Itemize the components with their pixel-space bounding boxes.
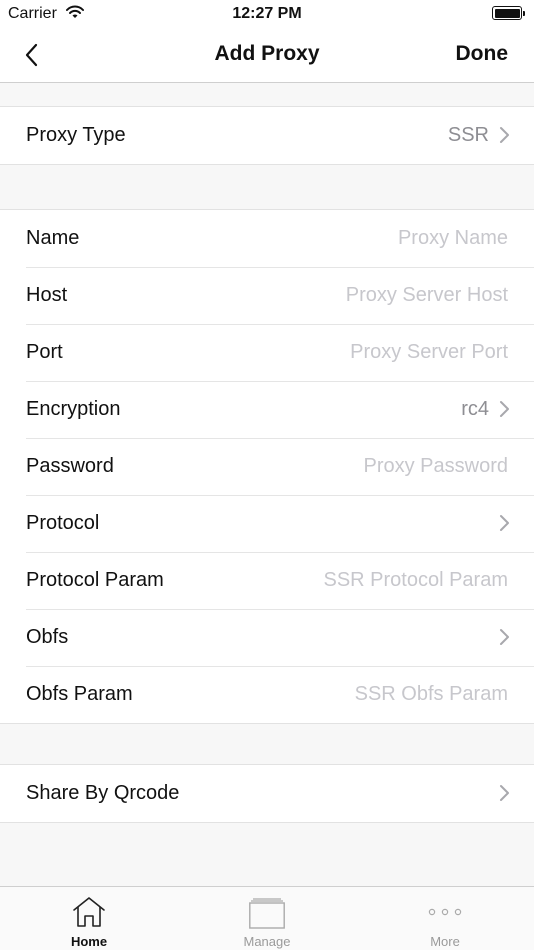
chevron-right-icon (500, 515, 509, 531)
chevron-right-icon (500, 127, 509, 143)
host-row: Host (0, 267, 534, 324)
encryption-row[interactable]: Encryption rc4 (0, 381, 534, 438)
host-label: Host (26, 284, 68, 306)
proxy-type-row[interactable]: Proxy Type SSR (0, 107, 534, 164)
done-button[interactable]: Done (456, 42, 509, 66)
navigation-bar: Add Proxy Done (0, 28, 534, 83)
share-section: Share By Qrcode (0, 764, 534, 823)
protocol-label: Protocol (26, 512, 100, 534)
tab-home[interactable]: Home (0, 887, 178, 950)
home-icon (73, 897, 105, 927)
protocol-row[interactable]: Protocol (0, 495, 534, 552)
name-input[interactable] (218, 224, 508, 252)
tab-bar: Home Manage More (0, 886, 534, 950)
page-title: Add Proxy (214, 42, 320, 65)
host-input[interactable] (218, 281, 508, 309)
obfs-row[interactable]: Obfs (0, 609, 534, 666)
tab-manage[interactable]: Manage (178, 887, 356, 950)
chevron-right-icon (500, 785, 509, 801)
battery-icon (492, 6, 525, 20)
chevron-right-icon (500, 401, 509, 417)
proxy-settings-section: Name Host Port Encryption rc4 Password P… (0, 209, 534, 724)
obfs-param-label: Obfs Param (26, 683, 133, 705)
more-dots-icon (428, 908, 462, 916)
password-label: Password (26, 455, 114, 477)
share-qrcode-label: Share By Qrcode (26, 782, 180, 804)
proxy-type-value: SSR (447, 124, 489, 146)
port-row: Port (0, 324, 534, 381)
obfs-param-input[interactable] (218, 680, 508, 708)
port-label: Port (26, 341, 63, 363)
chevron-right-icon (500, 629, 509, 645)
tab-home-label: Home (70, 934, 108, 949)
encryption-value: rc4 (461, 398, 489, 420)
port-input[interactable] (218, 338, 508, 366)
proxy-type-section: Proxy Type SSR (0, 106, 534, 165)
share-qrcode-row[interactable]: Share By Qrcode (0, 765, 534, 822)
password-input[interactable] (218, 452, 508, 480)
obfs-label: Obfs (26, 626, 69, 648)
status-bar: Carrier 12:27 PM (0, 0, 534, 28)
protocol-param-label: Protocol Param (26, 569, 164, 591)
tab-manage-label: Manage (243, 934, 291, 949)
name-row: Name (0, 210, 534, 267)
protocol-param-input[interactable] (218, 566, 508, 594)
obfs-param-row: Obfs Param (0, 666, 534, 723)
proxy-type-label: Proxy Type (26, 124, 126, 146)
tab-more-label: More (430, 934, 460, 949)
stack-icon (249, 898, 285, 929)
clock: 12:27 PM (232, 5, 302, 22)
protocol-param-row: Protocol Param (0, 552, 534, 609)
name-label: Name (26, 227, 80, 249)
encryption-label: Encryption (26, 398, 121, 420)
tab-more[interactable]: More (356, 887, 534, 950)
password-row: Password (0, 438, 534, 495)
